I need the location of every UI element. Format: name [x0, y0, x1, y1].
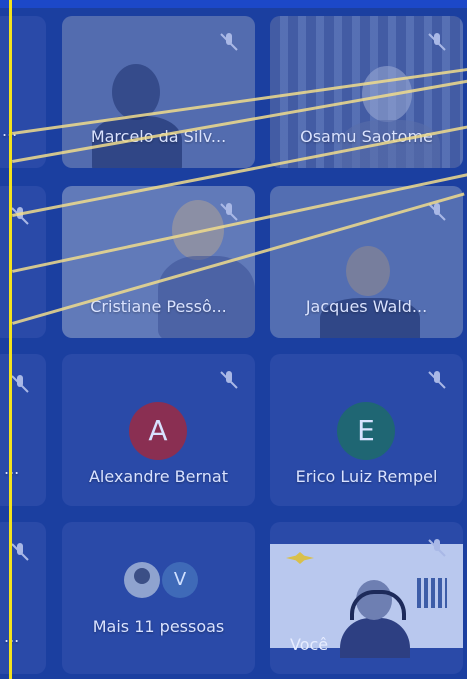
top-band	[0, 0, 467, 8]
accent-line	[9, 0, 12, 679]
mic-off-icon	[217, 30, 241, 54]
participant-head	[346, 246, 390, 296]
tile-partial-1[interactable]: ...	[0, 16, 46, 168]
tile-partial-4[interactable]: ...	[0, 522, 46, 674]
avatar	[124, 562, 160, 598]
avatar: V	[162, 562, 198, 598]
self-label: Você	[290, 635, 329, 654]
participant-tile-alexandre[interactable]: A Alexandre Bernat	[62, 354, 255, 506]
participant-body	[340, 618, 410, 658]
mic-off-icon	[217, 200, 241, 224]
mini-avatars: V	[124, 562, 204, 602]
mic-off-icon	[425, 30, 449, 54]
qr-code	[417, 578, 447, 608]
mic-off-icon	[425, 536, 449, 560]
avatar: A	[129, 402, 187, 460]
more-participants-label: Mais 11 pessoas	[92, 617, 225, 636]
participant-name: Erico Luiz Rempel	[295, 467, 438, 486]
self-tile[interactable]: Você	[270, 522, 463, 674]
more-participants-tile[interactable]: V Mais 11 pessoas	[62, 522, 255, 674]
mic-off-icon	[217, 368, 241, 392]
participant-name: Alexandre Bernat	[88, 467, 228, 486]
participant-name: Jacques Wald...	[305, 297, 428, 316]
plane-logo	[286, 552, 314, 564]
participant-tile-erico[interactable]: E Erico Luiz Rempel	[270, 354, 463, 506]
headset-icon	[350, 590, 406, 620]
mic-off-icon	[425, 368, 449, 392]
tile-partial-3[interactable]: ...	[0, 354, 46, 506]
participant-name: Osamu Saotome	[300, 127, 433, 146]
avatar: E	[337, 402, 395, 460]
